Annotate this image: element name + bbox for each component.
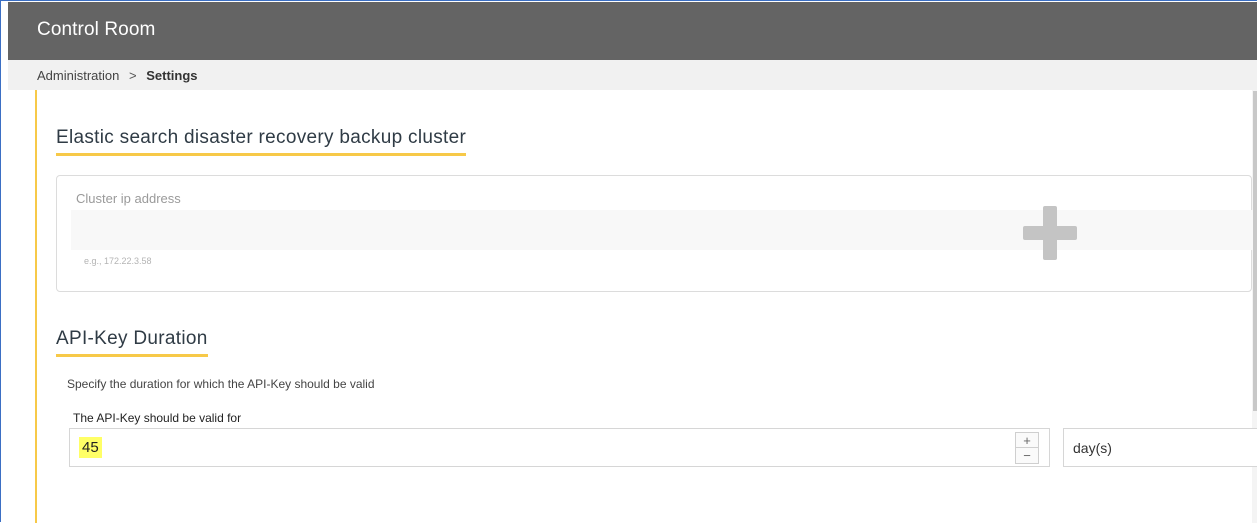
cluster-ip-panel: Cluster ip address e.g., 172.22.3.58 bbox=[56, 175, 1253, 292]
content-accent-line bbox=[35, 90, 37, 523]
api-key-duration-value[interactable]: 45 bbox=[79, 437, 102, 458]
breadcrumb-separator: > bbox=[129, 68, 137, 83]
decrement-button[interactable]: − bbox=[1016, 448, 1038, 463]
duration-unit-value: day(s) bbox=[1073, 440, 1112, 456]
api-key-duration-label: The API-Key should be valid for bbox=[73, 411, 242, 425]
api-key-duration-input[interactable]: 45 + − bbox=[69, 428, 1050, 467]
elastic-section-title: Elastic search disaster recovery backup … bbox=[56, 127, 467, 156]
scrollbar-thumb[interactable] bbox=[1253, 91, 1257, 411]
app-title: Control Room bbox=[37, 19, 156, 40]
cluster-ip-hint: e.g., 172.22.3.58 bbox=[84, 256, 152, 266]
duration-unit-select[interactable]: day(s) bbox=[1063, 428, 1257, 467]
breadcrumb-administration[interactable]: Administration bbox=[37, 68, 119, 83]
increment-button[interactable]: + bbox=[1016, 433, 1038, 448]
app-frame: Control Room Administration > Settings E… bbox=[0, 0, 1257, 523]
breadcrumb-bar: Administration > Settings bbox=[8, 60, 1257, 90]
api-key-section-title: API-Key Duration bbox=[56, 328, 208, 357]
quantity-stepper: + − bbox=[1015, 432, 1039, 464]
app-titlebar: Control Room bbox=[8, 2, 1257, 60]
api-key-description: Specify the duration for which the API-K… bbox=[67, 377, 375, 391]
plus-icon[interactable] bbox=[1023, 206, 1077, 260]
breadcrumb-settings: Settings bbox=[146, 68, 198, 83]
cluster-ip-label: Cluster ip address bbox=[76, 191, 181, 206]
breadcrumb: Administration > Settings bbox=[37, 68, 198, 83]
